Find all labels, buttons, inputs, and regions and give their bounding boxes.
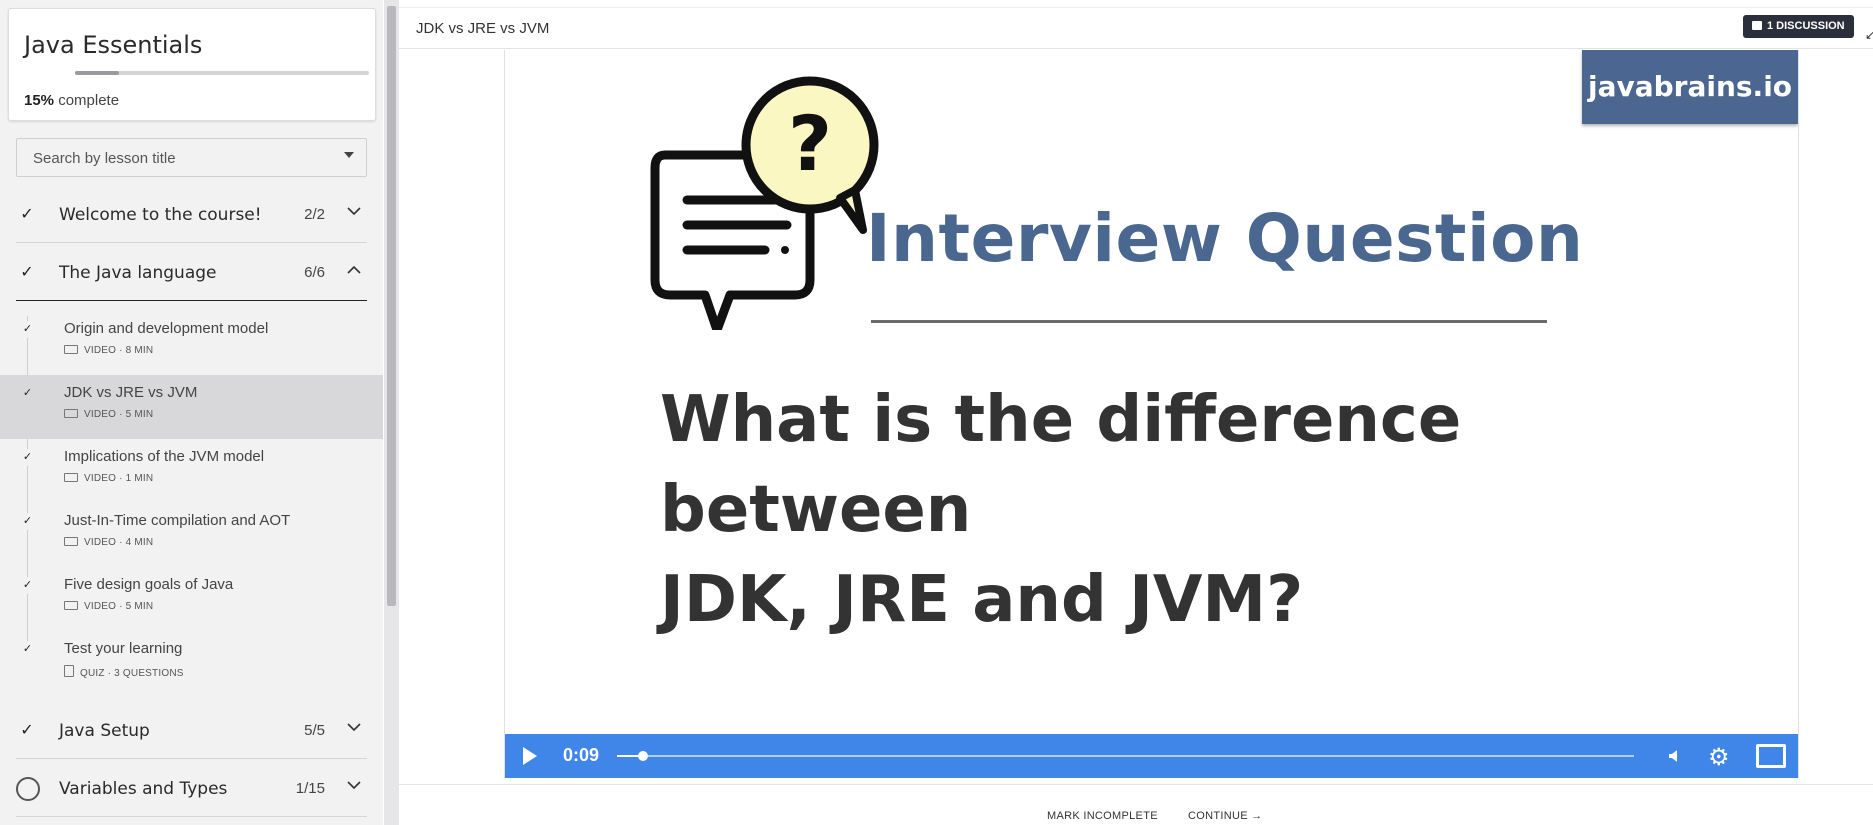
app-root: Java Essentials 15% complete Search by l… bbox=[0, 0, 1873, 825]
chevron-down-icon bbox=[347, 777, 361, 795]
search-placeholder: Search by lesson title bbox=[33, 150, 176, 167]
lesson-title: Test your learning bbox=[64, 640, 183, 657]
svg-text:?: ? bbox=[788, 99, 832, 188]
progress-percent: 15% bbox=[24, 92, 55, 109]
course-sidebar: Java Essentials 15% complete Search by l… bbox=[0, 0, 383, 825]
caret-down-icon bbox=[344, 152, 354, 158]
check-icon: ✓ bbox=[19, 385, 36, 402]
progress-suffix: complete bbox=[58, 92, 120, 109]
course-title: Java Essentials bbox=[24, 31, 203, 59]
section-title: The Java language bbox=[59, 263, 217, 283]
section-title: Variables and Types bbox=[59, 779, 228, 799]
lesson-meta: VIDEO · 1 MIN bbox=[64, 473, 153, 484]
sidebar-scrollbar[interactable] bbox=[384, 0, 399, 825]
section-title: Welcome to the course! bbox=[59, 205, 262, 225]
lesson-heading: JDK vs JRE vs JVM bbox=[416, 20, 550, 37]
video-icon bbox=[64, 601, 78, 610]
section-count: 5/5 bbox=[304, 722, 325, 739]
quiz-icon bbox=[64, 665, 74, 677]
lesson-item-quiz[interactable]: ✓ Test your learning QUIZ · 3 QUESTIONS bbox=[0, 631, 383, 695]
sidebar-scrollbar-thumb[interactable] bbox=[387, 6, 396, 606]
check-icon: ✓ bbox=[19, 577, 36, 594]
play-icon[interactable] bbox=[523, 747, 537, 765]
lesson-meta: VIDEO · 8 MIN bbox=[64, 345, 153, 356]
discussion-label: 1 DISCUSSION bbox=[1767, 20, 1845, 32]
check-icon: ✓ bbox=[20, 264, 34, 281]
comment-icon bbox=[1752, 21, 1762, 30]
lesson-title: Five design goals of Java bbox=[64, 576, 234, 593]
check-icon: ✓ bbox=[19, 641, 36, 658]
progress-bar bbox=[75, 71, 369, 75]
section-title: Java Setup bbox=[59, 721, 150, 741]
progress-text: 15% complete bbox=[24, 92, 119, 109]
check-icon: ✓ bbox=[19, 513, 36, 530]
lesson-title: Origin and development model bbox=[64, 320, 269, 337]
chevron-down-icon bbox=[347, 203, 361, 221]
slide-divider bbox=[871, 320, 1547, 323]
section-java-setup[interactable]: ✓ Java Setup 5/5 bbox=[16, 702, 367, 759]
course-card: Java Essentials 15% complete bbox=[8, 8, 376, 121]
check-icon: ✓ bbox=[20, 206, 34, 223]
slide-question: What is the difference between JDK, JRE … bbox=[660, 375, 1660, 645]
progress-circle-icon bbox=[16, 777, 40, 801]
brand-logo: javabrains.io bbox=[1582, 50, 1798, 124]
section-count: 2/2 bbox=[304, 206, 325, 223]
section-count: 6/6 bbox=[304, 264, 325, 281]
lesson-item-jit[interactable]: ✓ Just-In-Time compilation and AOT VIDEO… bbox=[0, 503, 383, 567]
lesson-meta: VIDEO · 4 MIN bbox=[64, 537, 153, 548]
slide-question-line1: What is the difference between bbox=[660, 383, 1462, 547]
check-icon: ✓ bbox=[19, 449, 36, 466]
lesson-item-design-goals[interactable]: ✓ Five design goals of Java VIDEO · 5 MI… bbox=[0, 567, 383, 631]
slide-heading: Interview Question bbox=[866, 200, 1584, 277]
lesson-main: JDK vs JRE vs JVM 1 DISCUSSION ↙ javabra… bbox=[399, 0, 1873, 825]
seek-handle[interactable] bbox=[638, 751, 649, 761]
gear-icon[interactable]: ⚙ bbox=[1708, 743, 1730, 772]
lesson-meta: VIDEO · 5 MIN bbox=[64, 409, 153, 420]
check-icon: ✓ bbox=[19, 321, 36, 338]
section-welcome[interactable]: ✓ Welcome to the course! 2/2 bbox=[16, 186, 367, 243]
section-count: 1/15 bbox=[295, 780, 325, 797]
lesson-title: Just-In-Time compilation and AOT bbox=[64, 512, 291, 529]
video-icon bbox=[64, 537, 78, 546]
section-java-language[interactable]: ✓ The Java language 6/6 bbox=[16, 244, 367, 301]
video-icon bbox=[64, 409, 78, 418]
section-variables-types[interactable]: Variables and Types 1/15 bbox=[16, 760, 367, 817]
fullscreen-icon[interactable] bbox=[1756, 744, 1786, 768]
discussion-button[interactable]: 1 DISCUSSION bbox=[1743, 15, 1854, 38]
lesson-item-jdk-jre-jvm[interactable]: ✓ JDK vs JRE vs JVM VIDEO · 5 MIN bbox=[0, 375, 383, 439]
lesson-meta: QUIZ · 3 QUESTIONS bbox=[64, 665, 184, 679]
volume-icon[interactable] bbox=[1667, 748, 1683, 769]
chat-bubbles-icon: ? bbox=[650, 76, 879, 330]
slide-question-line2: JDK, JRE and JVM? bbox=[660, 563, 1304, 637]
video-time: 0:09 bbox=[563, 745, 600, 765]
video-icon bbox=[64, 345, 78, 354]
continue-button[interactable]: CONTINUE → bbox=[1188, 810, 1263, 822]
lesson-search-dropdown[interactable]: Search by lesson title bbox=[16, 138, 367, 177]
chevron-down-icon bbox=[347, 719, 361, 737]
video-icon bbox=[64, 473, 78, 482]
lesson-footer: MARK INCOMPLETE CONTINUE → bbox=[399, 784, 1873, 825]
chevron-up-icon bbox=[347, 261, 361, 279]
lesson-meta: VIDEO · 5 MIN bbox=[64, 601, 153, 612]
lesson-item-origin[interactable]: ✓ Origin and development model VIDEO · 8… bbox=[0, 311, 383, 375]
lesson-title: JDK vs JRE vs JVM bbox=[64, 384, 198, 401]
mark-incomplete-button[interactable]: MARK INCOMPLETE bbox=[1047, 810, 1158, 822]
video-player[interactable]: javabrains.io ? Interview Question What … bbox=[504, 50, 1799, 778]
lesson-topbar: JDK vs JRE vs JVM 1 DISCUSSION ↙ bbox=[399, 7, 1873, 49]
check-icon: ✓ bbox=[20, 722, 34, 739]
lesson-title: Implications of the JVM model bbox=[64, 448, 265, 465]
video-controls: 0:09 ⚙ bbox=[505, 734, 1798, 778]
lesson-item-implications[interactable]: ✓ Implications of the JVM model VIDEO · … bbox=[0, 439, 383, 503]
seek-bar[interactable] bbox=[617, 751, 1634, 761]
collapse-icon[interactable]: ↙ bbox=[1865, 28, 1873, 42]
progress-bar-fill bbox=[75, 71, 120, 75]
